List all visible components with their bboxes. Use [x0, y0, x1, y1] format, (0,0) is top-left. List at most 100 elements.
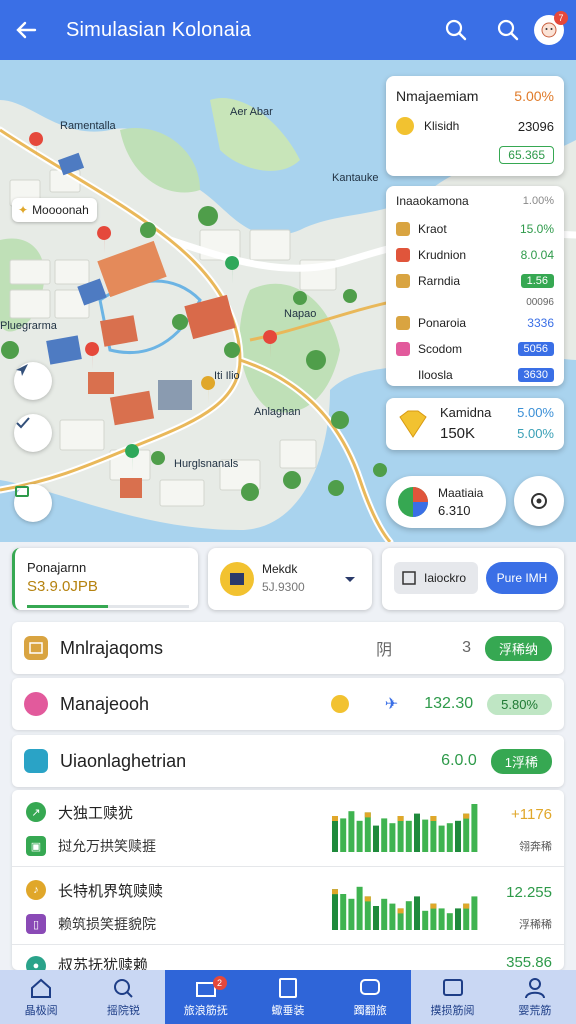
nav-tab-shop[interactable]: 2 旅浪筋抚 [165, 970, 247, 1024]
bar [340, 818, 347, 852]
list-item-count: 3 [462, 639, 471, 656]
filter-chip[interactable]: Iaiockro [394, 562, 478, 594]
chevron-down-icon[interactable] [344, 576, 356, 584]
locate-button[interactable] [14, 362, 52, 400]
avatar[interactable]: 7 [534, 11, 568, 45]
chart-row-subtitle: 挝允万拱笑赎捱 [58, 838, 156, 854]
note-icon [278, 977, 297, 998]
list-item-button[interactable]: 浮稀纳 [484, 635, 552, 661]
back-button[interactable] [0, 0, 52, 60]
arrow-left-icon [16, 21, 37, 39]
bar [364, 812, 371, 852]
action-card: Iaiockro Pure IMH [382, 548, 564, 610]
card-percent: 1.00% [522, 195, 554, 207]
resource-value[interactable]: 3630 [517, 368, 554, 382]
card-percent: 5.00% [517, 405, 554, 420]
maatiaia-card[interactable]: Maatiaia 6.310 [386, 476, 506, 528]
nav-tab-home[interactable]: 晶极阅 [0, 970, 83, 1024]
navigation-icon [16, 364, 28, 376]
filter-label: Iaiockro [424, 571, 467, 585]
nav-tab-label: 摸损筋阅 [430, 1004, 475, 1017]
list-item[interactable]: Mnlrajaqoms 阴 3 浮稀纳 [12, 622, 564, 674]
list-item-value: 6.0.0 [441, 752, 477, 769]
book-icon: ▯ [26, 914, 46, 934]
search-icon [445, 19, 467, 41]
balance-card[interactable]: Ponajarnn S3.9.0JPB [12, 548, 198, 610]
bar-cap [463, 813, 470, 819]
settings-button[interactable] [514, 476, 564, 526]
nav-tab-search[interactable]: 摇院锐 [82, 970, 165, 1024]
list-item[interactable]: Manajeooh ✈ 132.30 5.80% [12, 678, 564, 730]
growth-icon: ↗ [26, 802, 46, 822]
nav-tab-media[interactable]: 摸损筋阅 [411, 970, 494, 1024]
resource-label: Ponaroia [418, 316, 467, 330]
nav-tab-chat[interactable]: 躅翻旅 [329, 970, 411, 1024]
bar [373, 825, 379, 852]
search-icon [497, 19, 519, 41]
map-label: Pluegrarma [0, 320, 57, 332]
star-icon: ✦ [18, 203, 29, 217]
stats-card[interactable]: Nmajaemiam 5.00% Klisidh 23096 65.365 [386, 76, 564, 176]
bar [463, 813, 470, 852]
list-item-button[interactable]: 1浮稀 [490, 748, 552, 774]
resource-card[interactable]: Inaaokamona 1.00% Kraot 15.0% Krudnion 8… [386, 186, 564, 386]
chart-row-caption: 翎奔稀 [519, 841, 552, 853]
resource-label: Krudnion [418, 248, 467, 262]
bar [389, 903, 396, 930]
resource-value[interactable]: 5056 [517, 342, 554, 356]
kamidna-card[interactable]: Kamidna 150K 5.00% 5.00% [386, 398, 564, 450]
coin-icon [330, 695, 349, 713]
bar [356, 820, 363, 852]
bar [438, 908, 445, 930]
bar [364, 896, 371, 930]
layers-button[interactable] [14, 414, 52, 452]
primary-button[interactable]: Pure IMH [486, 562, 558, 594]
list-item[interactable]: Uiaonlaghetrian 6.0.0 1浮稀 [12, 735, 564, 787]
market-card[interactable]: Mekdk 5J.9300 [208, 548, 372, 610]
chart-row-value: +1176 [510, 806, 552, 823]
bar [405, 820, 412, 852]
map-label: Iti Ilio [214, 370, 240, 382]
message-button[interactable] [14, 484, 52, 522]
bar-cap [430, 903, 437, 909]
card-action-button[interactable]: 65.365 [499, 146, 554, 164]
bar [405, 901, 412, 930]
chart-row[interactable]: ↗ ▣ 大独工赎犹 挝允万拱笑赎捱 +1176 翎奔稀 [12, 790, 564, 866]
card-label: Klisidh [424, 119, 460, 133]
bar-chart [332, 886, 478, 930]
resource-value: 8.0.04 [520, 248, 554, 262]
bar [348, 898, 355, 930]
map-label: Aer Abar [230, 106, 273, 118]
nav-badge: 2 [212, 976, 227, 990]
resource-icon [396, 342, 410, 356]
resource-icon [396, 248, 410, 262]
list-item-name: Uiaonlaghetrian [60, 750, 187, 771]
search-button[interactable] [430, 0, 482, 60]
list-item-button[interactable]: 5.80% [487, 693, 552, 715]
bar-cap [364, 812, 371, 818]
search-icon [114, 978, 134, 998]
bar [430, 816, 437, 852]
nav-tab-notes[interactable]: 蠍垂装 [247, 970, 329, 1024]
user-icon [524, 977, 545, 998]
card-value: 6.310 [438, 503, 471, 518]
leaf-icon: ● [26, 956, 46, 970]
bar [348, 811, 355, 852]
bar [373, 906, 379, 930]
nav-tab-profile[interactable]: 婴荒筋 [493, 970, 576, 1024]
search-button-2[interactable] [482, 0, 534, 60]
cloud-icon [24, 749, 48, 773]
place-chip-label: Moooonah [32, 203, 89, 217]
chart-row[interactable]: ● 叔苏抚犹赎赖 355.86 [12, 946, 564, 970]
bar [414, 813, 420, 852]
map-label: Hurglsnanals [174, 458, 239, 470]
chart-row-title: 叔苏抚犹赎赖 [58, 957, 149, 970]
chart-row[interactable]: ♪ ▯ 长特机界筑赎赎 赖筑损笑捱貌院 12.255 浮稀稀 [12, 868, 564, 944]
map-label: Kantauke [332, 172, 379, 184]
bar [471, 896, 478, 930]
nav-tab-label: 旅浪筋抚 [183, 1004, 228, 1017]
resource-value[interactable]: 1.56 [520, 274, 554, 288]
bar-cap [397, 816, 404, 821]
list-item-tag: 阴 [376, 642, 393, 659]
place-chip[interactable]: ✦ Moooonah [12, 198, 97, 222]
